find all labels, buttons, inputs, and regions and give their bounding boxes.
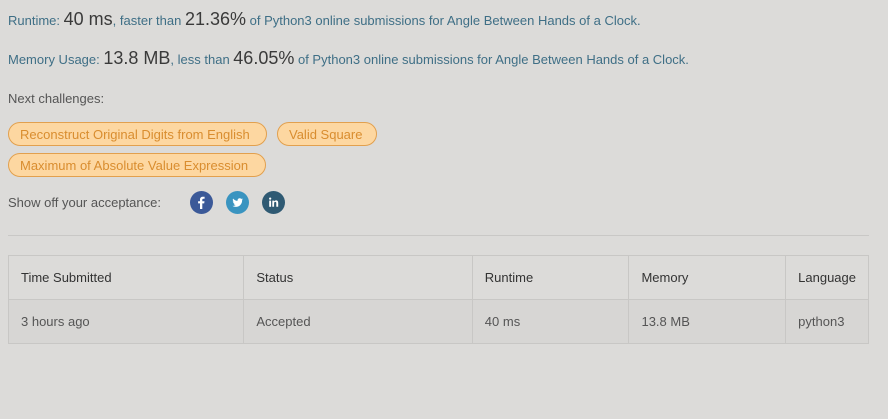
cell-runtime: 40 ms: [471, 299, 630, 344]
table-header-row: Time Submitted Status Runtime Memory Lan…: [7, 255, 869, 300]
cell-language: python3: [785, 299, 869, 344]
cell-memory: 13.8 MB: [628, 299, 787, 344]
linkedin-icon[interactable]: [262, 191, 285, 214]
twitter-icon[interactable]: [226, 191, 249, 214]
memory-stat: Memory Usage: 13.8 MB, less than 46.05% …: [8, 48, 689, 69]
runtime-value: 40 ms: [63, 9, 113, 29]
column-header-language[interactable]: Language: [785, 255, 869, 300]
challenge-chip-reconstruct-digits[interactable]: Reconstruct Original Digits from English: [8, 122, 267, 146]
share-label: Show off your acceptance:: [8, 195, 161, 210]
facebook-icon[interactable]: [190, 191, 213, 214]
column-header-runtime[interactable]: Runtime: [471, 255, 630, 300]
column-header-time-submitted[interactable]: Time Submitted: [7, 255, 245, 300]
runtime-label: Runtime:: [8, 13, 64, 28]
column-header-status[interactable]: Status: [243, 255, 473, 300]
cell-time-submitted: 3 hours ago: [7, 299, 245, 344]
runtime-percent: 21.36%: [184, 9, 246, 29]
column-header-memory[interactable]: Memory: [628, 255, 787, 300]
memory-value: 13.8 MB: [103, 48, 171, 68]
memory-middle: , less than: [170, 52, 234, 67]
submissions-table: Time Submitted Status Runtime Memory Lan…: [7, 255, 869, 344]
memory-percent: 46.05%: [233, 48, 295, 68]
runtime-stat: Runtime: 40 ms, faster than 21.36% of Py…: [8, 9, 641, 30]
memory-suffix: of Python3 online submissions for Angle …: [294, 52, 689, 67]
table-row: 3 hours ago Accepted 40 ms 13.8 MB pytho…: [7, 299, 869, 344]
runtime-suffix: of Python3 online submissions for Angle …: [246, 13, 641, 28]
challenge-chip-valid-square[interactable]: Valid Square: [277, 122, 377, 146]
runtime-middle: , faster than: [112, 13, 185, 28]
memory-label: Memory Usage:: [8, 52, 104, 67]
section-divider: [8, 235, 869, 236]
status-accepted-link[interactable]: Accepted: [243, 299, 473, 344]
next-challenges-label: Next challenges:: [8, 91, 105, 106]
challenge-chip-max-abs-expression[interactable]: Maximum of Absolute Value Expression: [8, 153, 266, 177]
